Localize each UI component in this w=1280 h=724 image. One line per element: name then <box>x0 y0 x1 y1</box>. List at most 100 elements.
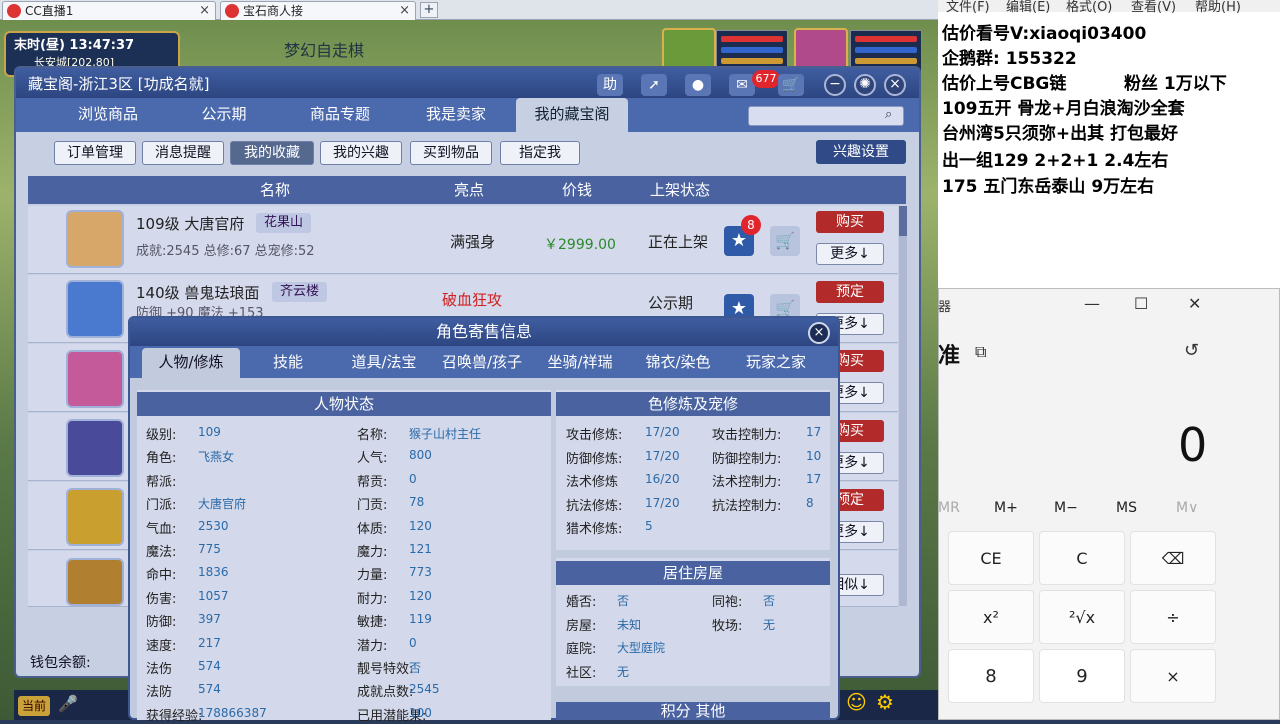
calc-maximize-icon[interactable]: ☐ <box>1134 294 1148 313</box>
menu-help[interactable]: 帮助(H) <box>1195 0 1241 15</box>
field-value: 109 <box>198 425 221 439</box>
menu-file[interactable]: 文件(F) <box>946 0 990 15</box>
browser-tab-baoshi[interactable]: 宝石商人接 × <box>220 1 416 20</box>
search-input[interactable] <box>748 106 904 126</box>
field-value: 775 <box>198 542 221 556</box>
tab-outfits[interactable]: 锦衣/染色 <box>630 348 726 378</box>
square-button[interactable]: x² <box>948 590 1034 644</box>
column-highlight: 亮点 <box>454 181 485 199</box>
column-status: 上架状态 <box>650 181 711 199</box>
new-tab-button[interactable]: + <box>420 2 438 18</box>
tab-topics[interactable]: 商品专题 <box>284 98 396 132</box>
field-label: 法伤 <box>146 662 173 677</box>
score-header: 积分 其他 <box>556 702 830 720</box>
tab-public[interactable]: 公示期 <box>168 98 280 132</box>
avatar[interactable] <box>66 350 124 408</box>
help-button[interactable]: 助 <box>597 74 623 96</box>
field-label: 抗法修炼: <box>566 498 623 514</box>
digit-8-button[interactable]: 8 <box>948 649 1034 703</box>
tab-character[interactable]: 人物/修炼 <box>142 348 240 378</box>
more-button[interactable]: 更多↓ <box>816 243 884 265</box>
divide-button[interactable]: ÷ <box>1130 590 1216 644</box>
sqrt-button[interactable]: ²√x <box>1039 590 1125 644</box>
field-value: 17 <box>806 472 822 486</box>
calc-minimize-icon[interactable]: — <box>1084 294 1100 313</box>
menu-edit[interactable]: 编辑(E) <box>1006 0 1050 15</box>
avatar[interactable] <box>66 280 124 338</box>
tab-pets[interactable]: 召唤兽/孩子 <box>434 348 530 378</box>
tab-items[interactable]: 道具/法宝 <box>336 348 432 378</box>
field-label: 防御控制力: <box>712 451 782 467</box>
emote-icon[interactable]: ☺ <box>846 690 867 714</box>
tab-close-icon[interactable]: × <box>399 2 410 20</box>
tab-home[interactable]: 玩家之家 <box>728 348 824 378</box>
orders-button[interactable]: 订单管理 <box>54 141 136 165</box>
calc-close-icon[interactable]: ✕ <box>1188 294 1201 313</box>
buy-button[interactable]: 购买 <box>816 211 884 233</box>
memory-add-button[interactable]: M+ <box>994 500 1018 516</box>
system-icon[interactable]: ⚙ <box>876 690 894 714</box>
scrollbar[interactable] <box>899 206 907 606</box>
memory-recall-button[interactable]: MR <box>938 500 960 516</box>
memory-subtract-button[interactable]: M− <box>1054 500 1078 516</box>
popup-close-icon[interactable]: × <box>808 322 830 344</box>
avatar[interactable] <box>66 488 124 546</box>
current-channel-button[interactable]: 当前 <box>18 696 50 716</box>
multiply-button[interactable]: × <box>1130 649 1216 703</box>
assigned-button[interactable]: 指定我 <box>500 141 580 165</box>
history-icon[interactable]: ↺ <box>1184 340 1199 361</box>
field-value: 574 <box>198 682 221 697</box>
item-name[interactable]: 140级 兽鬼珐琅面 <box>136 282 259 303</box>
microphone-icon[interactable]: 🎤 <box>58 694 78 713</box>
reserve-button[interactable]: 预定 <box>816 281 884 303</box>
tab-close-icon[interactable]: × <box>199 2 210 20</box>
tab-browse[interactable]: 浏览商品 <box>52 98 164 132</box>
field-value: 16/20 <box>645 472 680 486</box>
interest-settings-button[interactable]: 兴趣设置 <box>816 140 906 164</box>
field-label: 获得经验: <box>146 708 203 724</box>
avatar[interactable] <box>66 419 124 477</box>
field-value: 120 <box>409 518 432 533</box>
tab-seller[interactable]: 我是卖家 <box>400 98 512 132</box>
minimize-icon[interactable]: − <box>824 74 846 96</box>
tab-mounts[interactable]: 坐骑/祥瑞 <box>532 348 628 378</box>
tab-skills[interactable]: 技能 <box>244 348 332 378</box>
share-icon[interactable]: ➚ <box>641 74 667 96</box>
field-label: 帮派: <box>146 474 177 490</box>
avatar[interactable] <box>66 210 124 268</box>
item-price: ￥2999.00 <box>544 237 616 253</box>
tab-my-treasure[interactable]: 我的藏宝阁 <box>516 98 628 132</box>
cart-icon[interactable]: 🛒 <box>778 74 804 96</box>
menu-format[interactable]: 格式(O) <box>1066 0 1112 15</box>
add-cart-icon[interactable]: 🛒 <box>770 226 800 256</box>
field-value: 2545 <box>409 682 440 697</box>
digit-9-button[interactable]: 9 <box>1039 649 1125 703</box>
item-name[interactable]: 109级 大唐官府 <box>136 213 244 234</box>
backspace-icon[interactable]: ⌫ <box>1130 531 1216 585</box>
window-title: 藏宝阁-浙江3区 [功成名就] <box>28 75 210 93</box>
settings-gear-icon[interactable]: ✺ <box>854 74 876 96</box>
memory-store-button[interactable]: MS <box>1116 500 1137 516</box>
close-icon[interactable]: × <box>884 74 906 96</box>
scrollbar-thumb[interactable] <box>899 206 907 236</box>
keep-on-top-icon[interactable]: ⧉ <box>975 342 986 362</box>
purchased-button[interactable]: 买到物品 <box>410 141 492 165</box>
field-value: 78 <box>409 495 425 510</box>
field-label: 房屋: <box>566 618 597 634</box>
avatar[interactable] <box>66 558 124 606</box>
browser-tab-cc[interactable]: CC直播1 × <box>2 1 216 20</box>
search-icon[interactable]: ⌕ <box>885 107 892 122</box>
clear-entry-button[interactable]: CE <box>948 531 1034 585</box>
memory-list-button[interactable]: M∨ <box>1176 500 1198 516</box>
interests-button[interactable]: 我的兴趣 <box>320 141 402 165</box>
field-value: 10 <box>806 448 822 463</box>
notifications-button[interactable]: 消息提醒 <box>142 141 224 165</box>
menu-view[interactable]: 查看(V) <box>1131 0 1176 15</box>
calculator-mode[interactable]: 准 <box>938 338 960 370</box>
field-label: 门贡: <box>357 498 388 514</box>
clear-button[interactable]: C <box>1039 531 1125 585</box>
favorites-button[interactable]: 我的收藏 <box>230 141 314 165</box>
field-label: 社区: <box>566 665 597 681</box>
record-icon[interactable]: ● <box>685 74 711 96</box>
field-label: 牧场: <box>712 618 743 634</box>
